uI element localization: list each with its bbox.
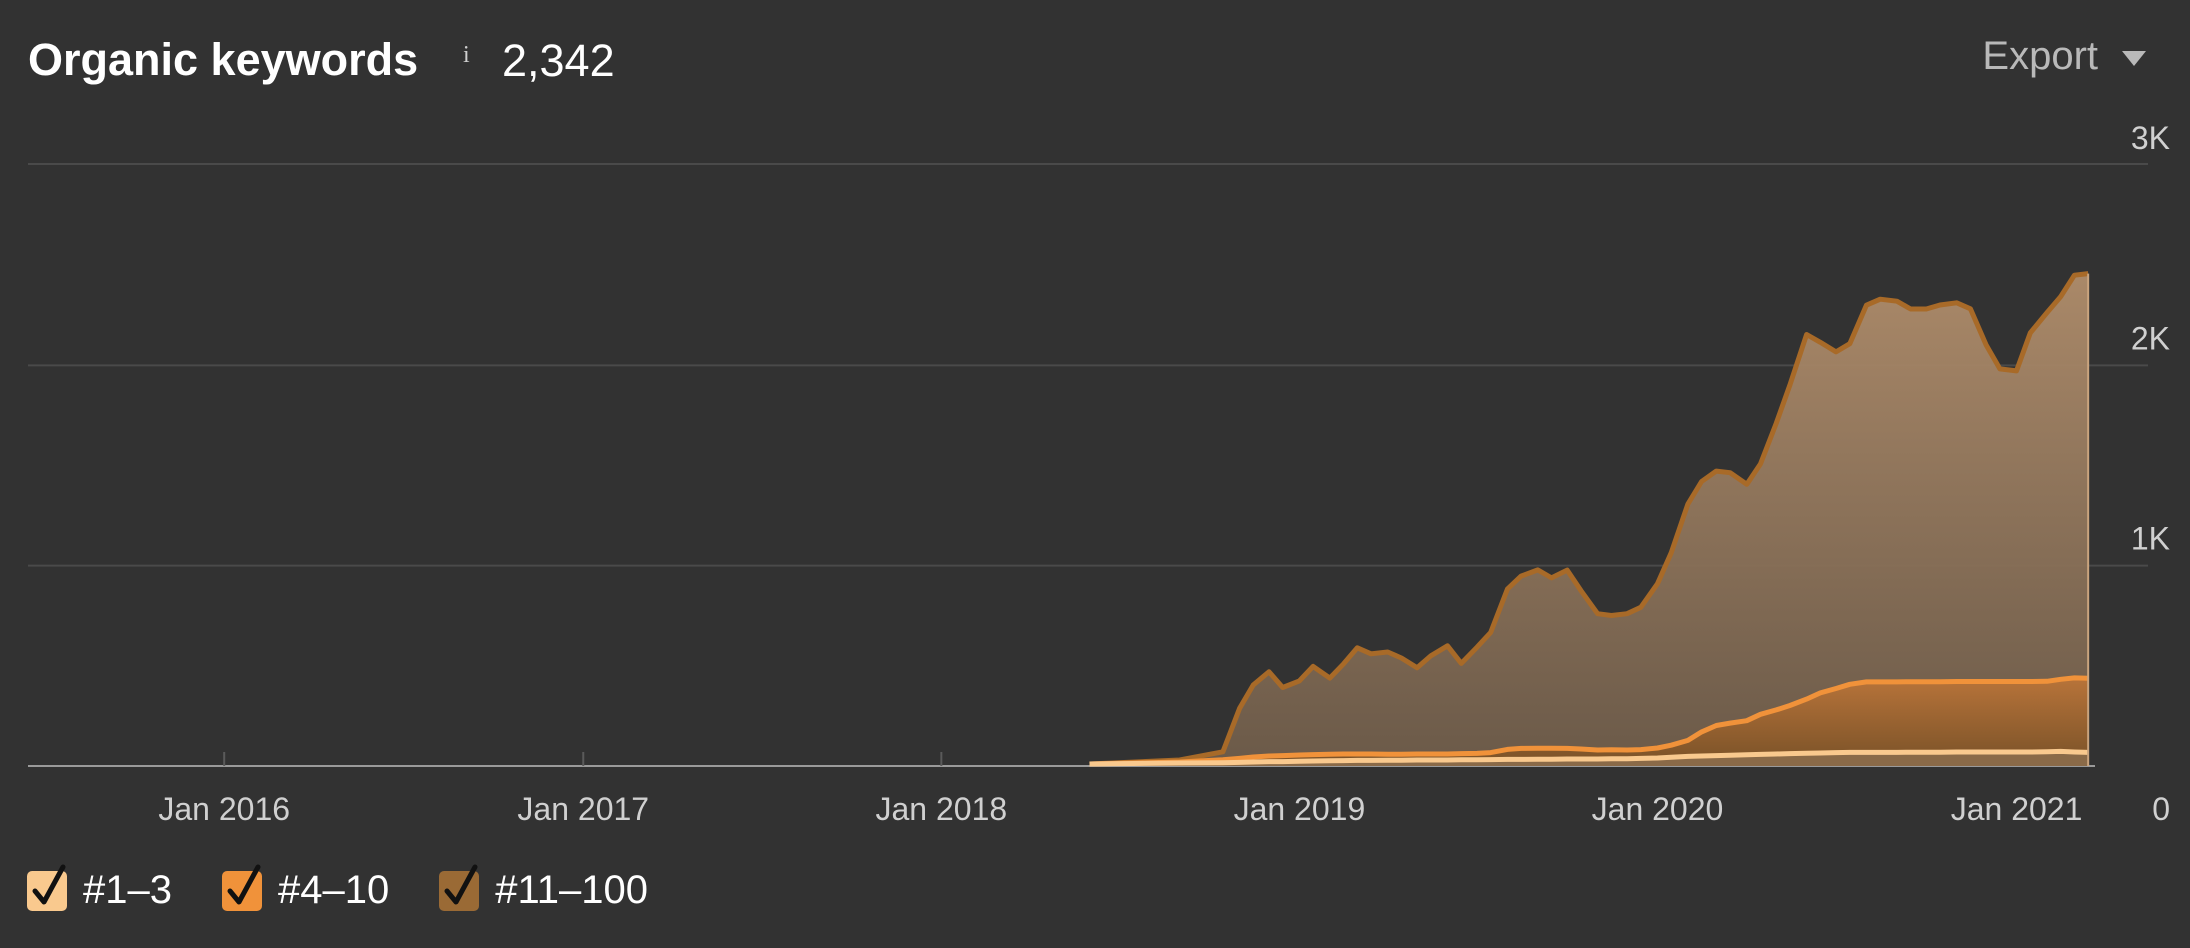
x-tick-label: Jan 2020: [1592, 791, 1724, 827]
chart-legend: #1–3 #4–10 #11–100: [27, 864, 698, 913]
organic-keywords-chart: Jan 2016 Jan 2017 Jan 2018 Jan 2019 Jan 2020…: [28, 120, 2170, 827]
legend-checkbox-top3[interactable]: [27, 864, 67, 911]
check-icon: [32, 864, 66, 904]
y-tick-label: 3K: [2131, 120, 2170, 156]
x-tick-label: Jan 2018: [876, 791, 1008, 827]
x-tick-label: Jan 2019: [1234, 791, 1366, 827]
y-tick-label: 0: [2152, 791, 2170, 827]
x-tick-label: Jan 2021: [1951, 791, 2083, 827]
legend-label-top11-100: #11–100: [495, 868, 648, 912]
legend-item-top4-10[interactable]: #4–10: [221, 864, 390, 913]
legend-checkbox-top11-100[interactable]: [439, 864, 480, 911]
y-tick-label: 2K: [2131, 320, 2170, 356]
check-icon: [227, 864, 261, 904]
x-tick-label: Jan 2017: [517, 791, 649, 827]
legend-item-top11-100[interactable]: #11–100: [439, 864, 648, 913]
x-tick-label: Jan 2016: [158, 791, 290, 827]
legend-checkbox-top4-10[interactable]: [221, 864, 262, 911]
check-icon: [444, 864, 478, 904]
legend-item-top3[interactable]: #1–3: [27, 864, 172, 913]
legend-label-top4-10: #4–10: [277, 868, 390, 912]
legend-label-top3: #1–3: [83, 868, 172, 912]
y-tick-label: 1K: [2131, 521, 2170, 557]
